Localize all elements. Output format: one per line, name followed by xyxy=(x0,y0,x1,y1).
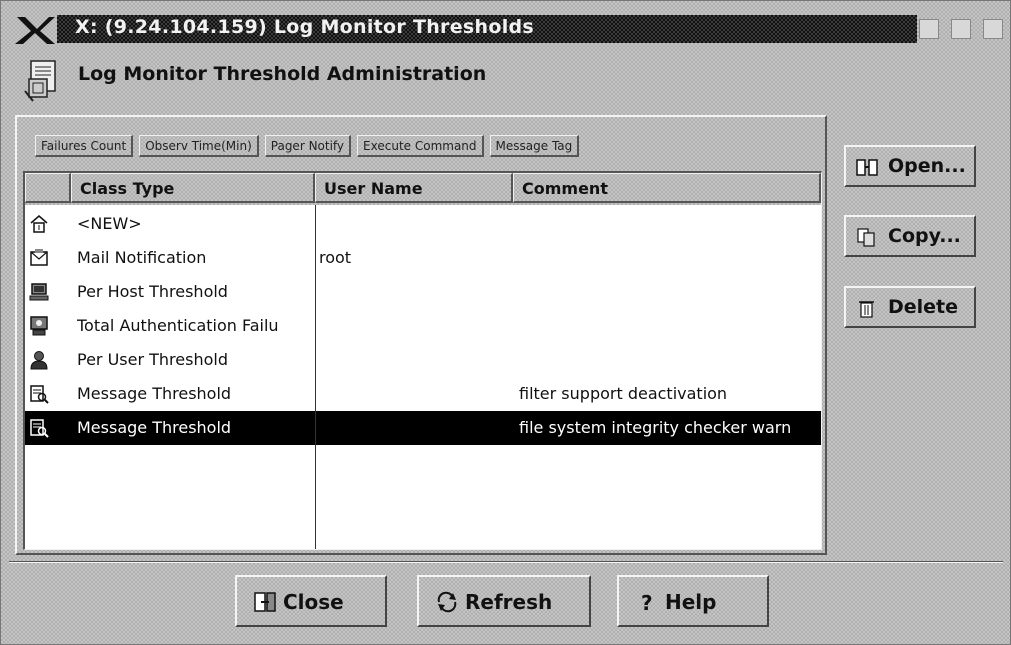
toolbar: Failures Count Observ Time(Min) Pager No… xyxy=(35,135,580,157)
open-button-label: Open... xyxy=(888,155,966,177)
column-divider xyxy=(315,205,316,549)
failures-count-button[interactable]: Failures Count xyxy=(35,135,134,157)
message-tag-button[interactable]: Message Tag xyxy=(489,135,580,157)
authentication-icon xyxy=(29,316,49,336)
copy-icon xyxy=(856,227,878,247)
delete-button-label: Delete xyxy=(888,296,959,318)
table-row[interactable]: Total Authentication Failu xyxy=(25,309,821,343)
cell-comment xyxy=(519,275,819,309)
svg-text:?: ? xyxy=(641,591,653,613)
minimize-button[interactable] xyxy=(919,19,939,39)
column-header-user-name[interactable]: User Name xyxy=(315,173,513,203)
refresh-icon xyxy=(435,591,459,613)
host-icon xyxy=(29,282,49,302)
table-header-icon-col xyxy=(25,173,71,203)
title-bar[interactable]: X: (9.24.104.159) Log Monitor Thresholds xyxy=(7,15,1005,45)
help-button-label: Help xyxy=(665,590,717,614)
help-button[interactable]: ? Help xyxy=(617,575,769,627)
cell-class-type: Mail Notification xyxy=(77,248,207,267)
threshold-table[interactable]: Class Type User Name Comment <NEW> Mail … xyxy=(23,171,822,550)
user-icon xyxy=(29,350,49,370)
execute-command-button[interactable]: Execute Command xyxy=(357,135,484,157)
cell-user-name: root xyxy=(319,248,352,267)
cell-class-type: Per User Threshold xyxy=(77,350,228,369)
cell-class-type: <NEW> xyxy=(77,214,142,233)
cell-comment xyxy=(519,207,819,241)
copy-button[interactable]: Copy... xyxy=(844,215,976,257)
open-icon xyxy=(856,157,878,177)
copy-button-label: Copy... xyxy=(888,225,961,247)
bottom-divider xyxy=(9,561,1003,563)
close-button[interactable]: Close xyxy=(235,575,387,627)
pager-notify-button[interactable]: Pager Notify xyxy=(264,135,352,157)
table-row[interactable]: Per User Threshold xyxy=(25,343,821,377)
observ-time-button[interactable]: Observ Time(Min) xyxy=(139,135,259,157)
cell-user-name xyxy=(319,411,511,445)
cell-comment xyxy=(519,241,819,275)
cell-class-type: Message Threshold xyxy=(77,418,232,437)
column-header-comment[interactable]: Comment xyxy=(513,173,821,203)
message-icon xyxy=(29,418,49,438)
cell-user-name xyxy=(319,343,511,377)
table-row[interactable]: Mail Notification root xyxy=(25,241,821,275)
window-menu-button[interactable] xyxy=(983,19,1003,39)
document-config-icon xyxy=(23,59,63,103)
mail-notification-icon xyxy=(29,248,49,268)
table-row-selected[interactable]: Message Threshold file system integrity … xyxy=(25,411,821,445)
table-header: Class Type User Name Comment xyxy=(25,173,821,205)
cell-comment xyxy=(519,343,819,377)
window: X: (9.24.104.159) Log Monitor Thresholds… xyxy=(0,0,1011,645)
cell-user-name xyxy=(319,309,511,343)
refresh-button-label: Refresh xyxy=(465,590,553,614)
table-row[interactable]: <NEW> xyxy=(25,207,821,241)
table-row[interactable]: Message Threshold filter support deactiv… xyxy=(25,377,821,411)
new-icon xyxy=(29,214,49,234)
page-title: Log Monitor Threshold Administration xyxy=(78,63,487,85)
maximize-button[interactable] xyxy=(951,19,971,39)
open-button[interactable]: Open... xyxy=(844,145,976,187)
message-icon xyxy=(29,384,49,404)
threshold-panel: Failures Count Observ Time(Min) Pager No… xyxy=(15,115,827,555)
cell-comment: filter support deactivation xyxy=(519,384,728,403)
close-door-icon xyxy=(253,591,277,613)
window-title: X: (9.24.104.159) Log Monitor Thresholds xyxy=(75,16,535,38)
cell-comment xyxy=(519,309,819,343)
column-header-class-type[interactable]: Class Type xyxy=(71,173,315,203)
trash-icon xyxy=(856,298,878,318)
help-icon: ? xyxy=(635,591,659,615)
delete-button[interactable]: Delete xyxy=(844,286,976,328)
cell-user-name xyxy=(319,275,511,309)
cell-class-type: Message Threshold xyxy=(77,384,232,403)
close-button-label: Close xyxy=(283,590,344,614)
cell-class-type: Per Host Threshold xyxy=(77,282,228,301)
cell-comment: file system integrity checker warn xyxy=(519,418,792,437)
cell-user-name xyxy=(319,207,511,241)
cell-class-type: Total Authentication Failu xyxy=(77,316,279,335)
refresh-button[interactable]: Refresh xyxy=(417,575,591,627)
table-row[interactable]: Per Host Threshold xyxy=(25,275,821,309)
cell-user-name xyxy=(319,377,511,411)
x-logo-icon xyxy=(13,15,57,45)
